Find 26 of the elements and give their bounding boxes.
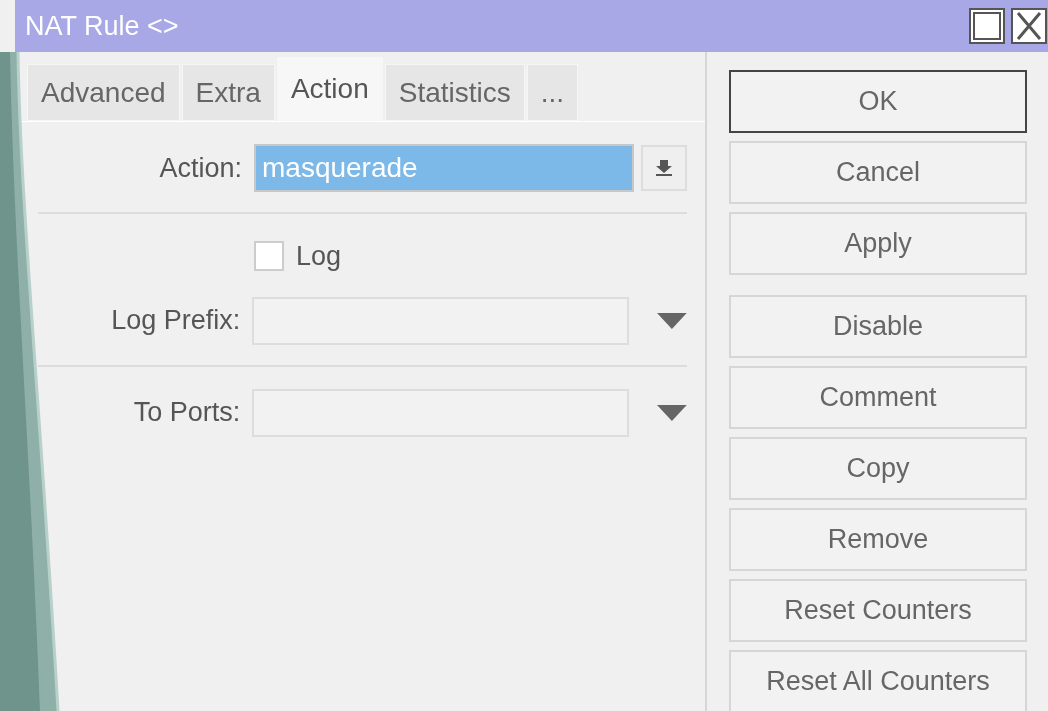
dialog-button[interactable]: Remove bbox=[729, 508, 1027, 571]
dropdown-button[interactable] bbox=[641, 145, 687, 191]
tab[interactable]: Extra bbox=[181, 64, 275, 121]
dialog-button[interactable]: Apply bbox=[729, 212, 1027, 275]
dialog-button[interactable]: Copy bbox=[729, 437, 1027, 500]
tab[interactable]: Action bbox=[276, 57, 383, 121]
dialog-button[interactable]: OK bbox=[729, 70, 1027, 133]
dropdown-arrow-icon[interactable] bbox=[657, 404, 687, 421]
checkbox-label: Log bbox=[296, 240, 342, 273]
window-title: NAT Rule <> bbox=[24, 9, 180, 43]
dropdown-arrow-icon[interactable] bbox=[657, 312, 687, 329]
close-icon[interactable] bbox=[1010, 7, 1048, 45]
dialog-button[interactable]: Reset All Counters bbox=[729, 650, 1027, 711]
checkbox[interactable] bbox=[254, 241, 284, 272]
dropdown-icon bbox=[653, 157, 675, 179]
dialog-button[interactable]: Comment bbox=[729, 366, 1027, 429]
tab[interactable]: ... bbox=[526, 64, 579, 121]
maximize-icon[interactable] bbox=[968, 7, 1006, 45]
dialog-button[interactable]: Cancel bbox=[729, 141, 1027, 204]
field-label: Log Prefix: bbox=[110, 304, 241, 338]
tab[interactable]: Advanced bbox=[27, 64, 180, 121]
dialog-button[interactable]: Disable bbox=[729, 295, 1027, 358]
dialog-button[interactable]: Reset Counters bbox=[729, 579, 1027, 642]
field-label: Action: bbox=[158, 151, 242, 185]
field-label: To Ports: bbox=[132, 396, 241, 430]
tab[interactable]: Statistics bbox=[384, 64, 525, 121]
